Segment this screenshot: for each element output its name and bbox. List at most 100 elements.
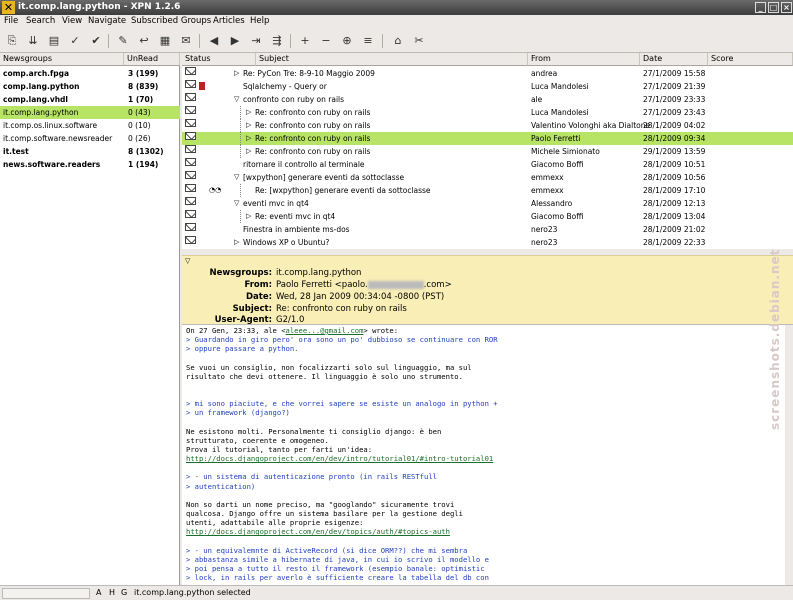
thread-expander-icon[interactable]: ▽ <box>234 93 239 106</box>
email-link[interactable]: aleee...@gmail.com <box>286 326 364 335</box>
header-from-domain: .com> <box>423 280 452 290</box>
next-unread-icon[interactable]: ⇥ <box>248 33 264 49</box>
toolbar-separator <box>382 34 383 48</box>
thread-line <box>240 106 241 119</box>
column-header-score[interactable]: Score <box>708 53 793 66</box>
article-subject: Re: confronto con ruby on rails <box>255 121 371 130</box>
menu-file[interactable]: File <box>4 16 18 26</box>
url-link[interactable]: http://docs.djangoproject.com/en/dev/top… <box>186 527 450 536</box>
maximize-icon[interactable]: □ <box>768 2 779 13</box>
newsgroup-row[interactable]: it.comp.lang.python 0 (43) <box>0 106 180 119</box>
menu-navigate[interactable]: Navigate <box>88 16 126 26</box>
body-line: Se vuoi un consiglio, non focalizzarti s… <box>186 362 472 372</box>
column-header-unread[interactable]: UnRead <box>124 53 180 66</box>
column-header-date[interactable]: Date <box>640 53 708 66</box>
mark-all-read-icon[interactable]: ✔ <box>88 33 104 49</box>
thread-expander-icon[interactable]: ▷ <box>234 236 239 249</box>
mark-read-icon[interactable]: ✓ <box>67 33 83 49</box>
thread-expander-icon[interactable]: ▷ <box>246 132 251 145</box>
thread-expander-icon[interactable]: ▷ <box>234 67 239 80</box>
article-date: 28/1/2009 10:51 <box>643 160 706 169</box>
article-row[interactable]: ▷ Windows XP o Ubuntu? nero23 28/1/2009 22:… <box>182 236 793 249</box>
article-from: Luca Mandolesi <box>531 82 589 91</box>
article-row[interactable]: ▷ Re: eventi mvc in qt4 Giacomo Boffi 28/1/… <box>182 210 793 223</box>
envelope-icon <box>185 197 196 205</box>
previous-icon[interactable]: ◀ <box>206 33 222 49</box>
body-line-tail: > wrote: <box>363 326 399 335</box>
header-key-newsgroups: Newsgroups: <box>209 268 272 278</box>
edit-icon[interactable]: ▦ <box>157 33 173 49</box>
column-header-from[interactable]: From <box>528 53 640 66</box>
article-row[interactable]: ▽ eventi mvc in qt4 Alessandro 28/1/2009 12… <box>182 197 793 210</box>
post-icon[interactable]: ✉ <box>178 33 194 49</box>
article-date: 28/1/2009 09:34 <box>643 134 706 143</box>
body-line: risultato che devi ottenere. Il linguagg… <box>186 371 463 381</box>
newsgroup-row[interactable]: it.comp.software.newsreader 0 (26) <box>0 132 180 145</box>
article-row[interactable]: ritornare il controllo al terminale Giaco… <box>182 158 793 171</box>
article-from: Michele Simionato <box>531 147 600 156</box>
menu-search[interactable]: Search <box>26 16 55 26</box>
blurred-email <box>367 280 424 289</box>
watermark: screenshots.debian.net <box>768 248 782 430</box>
reply-icon[interactable]: ↩ <box>136 33 152 49</box>
quoted-line: > autentication) <box>186 481 256 491</box>
article-from: emmexx <box>531 186 564 195</box>
article-row[interactable]: ▷ Re: confronto con ruby on rails Valentin… <box>182 119 793 132</box>
download-headers-icon[interactable]: ⎘ <box>4 33 20 49</box>
threads-icon[interactable]: ≡ <box>360 33 376 49</box>
article-from: nero23 <box>531 225 558 234</box>
subscribe-icon[interactable]: ▤ <box>46 33 62 49</box>
newsgroup-row[interactable]: comp.lang.python 8 (839) <box>0 80 180 93</box>
newsgroup-row[interactable]: news.software.readers 1 (194) <box>0 158 180 171</box>
menu-help[interactable]: Help <box>250 16 269 26</box>
newsgroup-row[interactable]: it.comp.os.linux.software 0 (10) <box>0 119 180 132</box>
article-row[interactable]: Finestra in ambiente ms-dos nero23 28/1/20… <box>182 223 793 236</box>
article-row[interactable]: ▽ [wxpython] generare eventi da sottoclas… <box>182 171 793 184</box>
column-header-status[interactable]: Status <box>182 53 256 66</box>
close-icon[interactable]: × <box>781 2 792 13</box>
compose-icon[interactable]: ✎ <box>115 33 131 49</box>
article-row[interactable]: ◔◔ Re: [wxpython] generare eventi da sott… <box>182 184 793 197</box>
article-row[interactable]: Sqlalchemy - Query or Luca Mandolesi 27/1/… <box>182 80 793 93</box>
quoted-line: > oppure passare a python. <box>186 344 299 354</box>
thread-expander-icon[interactable]: ▷ <box>246 145 251 158</box>
download-all-icon[interactable]: ⇊ <box>25 33 41 49</box>
article-row[interactable]: ▷ Re: PyCon Tre: 8-9-10 Maggio 2009 andrea… <box>182 67 793 80</box>
next-icon[interactable]: ▶ <box>227 33 243 49</box>
menu-subscribed-groups[interactable]: Subscribed Groups <box>131 16 211 26</box>
zoom-icon[interactable]: ⊕ <box>339 33 355 49</box>
article-row[interactable]: ▷ Re: confronto con ruby on rails Michele … <box>182 145 793 158</box>
article-from: Giacomo Boffi <box>531 160 584 169</box>
newsgroup-row[interactable]: comp.lang.vhdl 1 (70) <box>0 93 180 106</box>
column-header-subject[interactable]: Subject <box>256 53 528 66</box>
article-row[interactable]: ▷ Re: confronto con ruby on rails Luca Man… <box>182 106 793 119</box>
menu-articles[interactable]: Articles <box>213 16 245 26</box>
url-link[interactable]: http://docs.djangoproject.com/en/dev/int… <box>186 454 493 463</box>
lock-icon[interactable]: ⌂ <box>390 33 406 49</box>
quoted-line: > - un sistema di autenticazione pronto … <box>186 472 437 482</box>
collapse-icon[interactable]: − <box>318 33 334 49</box>
expand-icon[interactable]: + <box>297 33 313 49</box>
header-key-user-agent: User-Agent: <box>214 315 272 325</box>
newsgroup-row[interactable]: comp.arch.fpga 3 (199) <box>0 67 180 80</box>
next-thread-icon[interactable]: ⇶ <box>269 33 285 49</box>
article-row[interactable]: ▷ Re: confronto con ruby on rails Paolo Fe… <box>182 132 793 145</box>
column-header-newsgroups[interactable]: Newsgroups <box>0 53 124 66</box>
thread-line <box>240 184 241 197</box>
article-row[interactable]: ▽ confronto con ruby on rails ale 27/1/2009… <box>182 93 793 106</box>
thread-expander-icon[interactable]: ▷ <box>246 210 251 223</box>
collapse-headers-icon[interactable]: ▽ <box>185 257 190 265</box>
article-subject: eventi mvc in qt4 <box>243 199 309 208</box>
body-line: Non so darti un nome preciso, ma "googla… <box>186 499 455 509</box>
newsgroup-row[interactable]: it.test 8 (1302) <box>0 145 180 158</box>
minimize-icon[interactable]: _ <box>755 2 766 13</box>
thread-expander-icon[interactable]: ▽ <box>234 197 239 210</box>
menu-view[interactable]: View <box>62 16 82 26</box>
article-subject: confronto con ruby on rails <box>243 95 345 104</box>
envelope-icon <box>185 93 196 101</box>
status-flag-a: A <box>96 588 102 597</box>
thread-expander-icon[interactable]: ▷ <box>246 119 251 132</box>
tools-icon[interactable]: ✂ <box>411 33 427 49</box>
thread-expander-icon[interactable]: ▽ <box>234 171 239 184</box>
thread-expander-icon[interactable]: ▷ <box>246 106 251 119</box>
